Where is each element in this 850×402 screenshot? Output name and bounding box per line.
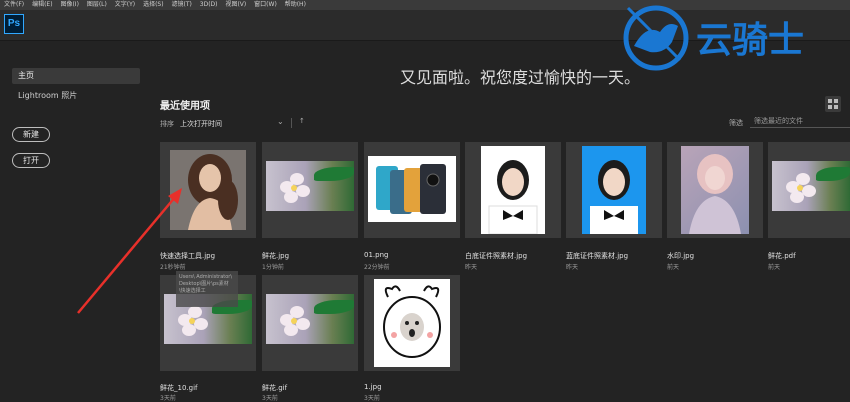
red-arrow-annotation bbox=[77, 188, 182, 314]
